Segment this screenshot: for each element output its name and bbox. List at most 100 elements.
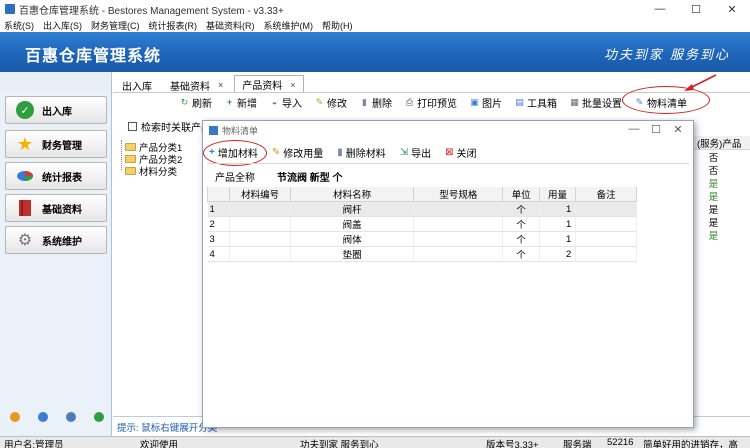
- import-button[interactable]: ◒ 导入: [270, 95, 302, 110]
- grid-cell: 是: [708, 231, 719, 242]
- status-port: 52216: [607, 437, 634, 448]
- print-preview-button[interactable]: ⎙ 打印预览: [405, 95, 457, 110]
- grid-cell: 是: [708, 205, 719, 216]
- tab-strip: 出入库 基础资料 × 产品资料 ×: [115, 75, 308, 93]
- menu-help[interactable]: 帮助(H): [322, 19, 353, 32]
- tab-close-icon[interactable]: ×: [290, 80, 295, 90]
- menu-inout[interactable]: 出入库(S): [43, 19, 82, 32]
- grid-cell: 是: [708, 218, 719, 229]
- grid-cell: 否: [708, 166, 719, 177]
- toolbox-button[interactable]: ▤ 工具箱: [515, 95, 557, 110]
- check-icon: ✓: [16, 101, 34, 119]
- product-name-value: 节流阀 新型 个: [277, 173, 343, 184]
- tree-node[interactable]: 材料分类: [125, 164, 177, 178]
- column-header[interactable]: 用量: [538, 187, 577, 202]
- header-banner: 百惠仓库管理系统 功夫到家 服务到心: [0, 32, 750, 72]
- folder-icon: [125, 167, 136, 175]
- status-bar: 用户名:管理员 欢迎使用 功夫到家 服务到心 版本号3.33+ 服务端 5221…: [0, 436, 750, 448]
- status-user: 用户名:管理员: [4, 440, 64, 448]
- import-icon: ◒: [271, 96, 278, 107]
- printer-icon: ⎙: [405, 96, 414, 107]
- dialog-app-icon: [209, 125, 218, 135]
- toolbox-icon: ▤: [515, 96, 524, 107]
- table-row[interactable]: 4 垫圈 个 2: [207, 246, 637, 262]
- sidebar-item-maintenance[interactable]: ⚙ 系统维护: [5, 226, 107, 254]
- dialog-maximize-button[interactable]: ☐: [645, 123, 667, 136]
- menu-reports[interactable]: 统计报表(R): [149, 19, 198, 32]
- close-dialog-button[interactable]: ⊠ 关闭: [445, 145, 476, 160]
- folder-icon: [125, 143, 136, 151]
- table-row[interactable]: 2 阀盖 个 1: [207, 216, 637, 232]
- tab-inout[interactable]: 出入库: [115, 77, 159, 93]
- sidebar-item-label: 系统维护: [42, 236, 82, 248]
- tab-productdata[interactable]: 产品资料 ×: [234, 75, 304, 93]
- sidebar-item-label: 基础资料: [42, 204, 82, 216]
- status-ad: 简单好用的进销存，高效、: [643, 440, 739, 448]
- refresh-icon[interactable]: [94, 412, 104, 422]
- link-product-checkbox[interactable]: [128, 122, 137, 131]
- menu-finance[interactable]: 财务管理(C): [91, 19, 140, 32]
- gear-icon: ⚙: [17, 232, 33, 249]
- app-icon: [5, 4, 15, 14]
- batch-settings-button[interactable]: ▦ 批量设置: [570, 95, 622, 110]
- edit-quantity-button[interactable]: ✎ 修改用量: [272, 145, 323, 160]
- product-name-row: 产品全称 节流阀 新型 个: [215, 169, 343, 184]
- edit-icon: ✎: [271, 146, 281, 158]
- refresh-button[interactable]: ↻ 刷新: [180, 95, 212, 110]
- sidebar-item-reports[interactable]: 统计报表: [5, 162, 107, 190]
- settings-icon: ▦: [570, 96, 579, 107]
- maximize-button[interactable]: ☐: [678, 0, 714, 18]
- minimize-button[interactable]: —: [642, 0, 678, 18]
- brand-title: 百惠仓库管理系统: [25, 48, 162, 65]
- bom-dialog: 物料清单 — ☐ ✕ + 增加材料 ✎ 修改用量 ▮ 删除材料 ⇲ 导出 ⊠ 关闭 产品全…: [202, 120, 694, 428]
- product-name-label: 产品全称: [215, 173, 255, 184]
- column-header[interactable]: 备注: [575, 187, 637, 202]
- dialog-close-button[interactable]: ✕: [667, 123, 689, 136]
- column-header[interactable]: 材料编号: [229, 187, 291, 202]
- category-tree: 产品分类1 产品分类2 材料分类: [113, 132, 208, 416]
- grid-cell: 否: [708, 153, 719, 164]
- arrow-annotation: [684, 74, 717, 91]
- folder-icon: [125, 155, 136, 163]
- menu-basedata[interactable]: 基础资料(R): [206, 19, 255, 32]
- dialog-minimize-button[interactable]: —: [623, 123, 645, 136]
- column-header[interactable]: 单位: [502, 187, 540, 202]
- sidebar-item-inout[interactable]: ✓ 出入库: [5, 96, 107, 124]
- tab-basedata[interactable]: 基础资料 ×: [163, 77, 230, 93]
- menu-bar: 系统(S) 出入库(S) 财务管理(C) 统计报表(R) 基础资料(R) 系统维…: [0, 18, 750, 32]
- info-icon[interactable]: [38, 412, 48, 422]
- sidebar-item-finance[interactable]: ★ 财务管理: [5, 130, 107, 158]
- delete-button[interactable]: ▮ 删除: [360, 95, 392, 110]
- close-button[interactable]: ✕: [714, 0, 750, 18]
- export-button[interactable]: ⇲ 导出: [400, 145, 431, 160]
- refresh-icon: ↻: [180, 96, 189, 107]
- menu-maintenance[interactable]: 系统维护(M): [264, 19, 314, 32]
- warning-icon[interactable]: [10, 412, 20, 422]
- window-title: 百惠仓库管理系统 - Bestores Management System - …: [19, 5, 284, 17]
- sidebar-item-label: 财务管理: [42, 140, 82, 152]
- dialog-title: 物料清单: [222, 125, 259, 136]
- edit-button[interactable]: ✎ 修改: [315, 95, 347, 110]
- image-button[interactable]: ▣ 图片: [470, 95, 502, 110]
- search-icon[interactable]: [66, 412, 76, 422]
- image-icon: ▣: [470, 96, 479, 107]
- menu-system[interactable]: 系统(S): [4, 19, 34, 32]
- grid-cell: 是: [708, 192, 719, 203]
- column-header[interactable]: 材料名称: [289, 187, 415, 202]
- status-service: 服务端: [563, 440, 592, 448]
- sidebar-item-basedata[interactable]: 基础资料: [5, 194, 107, 222]
- plus-icon: +: [226, 96, 233, 107]
- tab-close-icon[interactable]: ×: [218, 80, 223, 90]
- status-version: 版本号3.33+: [486, 440, 539, 448]
- table-row[interactable]: 3 阀体 个 1: [207, 231, 637, 247]
- table-row[interactable]: 1 阀杆 个 1: [207, 201, 637, 217]
- dialog-titlebar: 物料清单: [203, 121, 693, 139]
- delete-material-button[interactable]: ▮ 删除材料: [337, 145, 386, 160]
- sidebar-item-label: 统计报表: [42, 172, 82, 184]
- add-button[interactable]: + 新增: [225, 95, 257, 110]
- column-header[interactable]: 型号规格: [413, 187, 504, 202]
- product-grid-service-column: (服务)产品 否 否 是 是 是 是 是: [693, 136, 750, 242]
- sidebar: ✓ 出入库 ★ 财务管理 统计报表 基础资料 ⚙ 系统维护: [0, 72, 112, 436]
- material-table: 材料编号 材料名称 型号规格 单位 用量 备注 1 阀杆 个 1 2 阀盖 个 …: [206, 187, 637, 262]
- grid-cell: 是: [708, 179, 719, 190]
